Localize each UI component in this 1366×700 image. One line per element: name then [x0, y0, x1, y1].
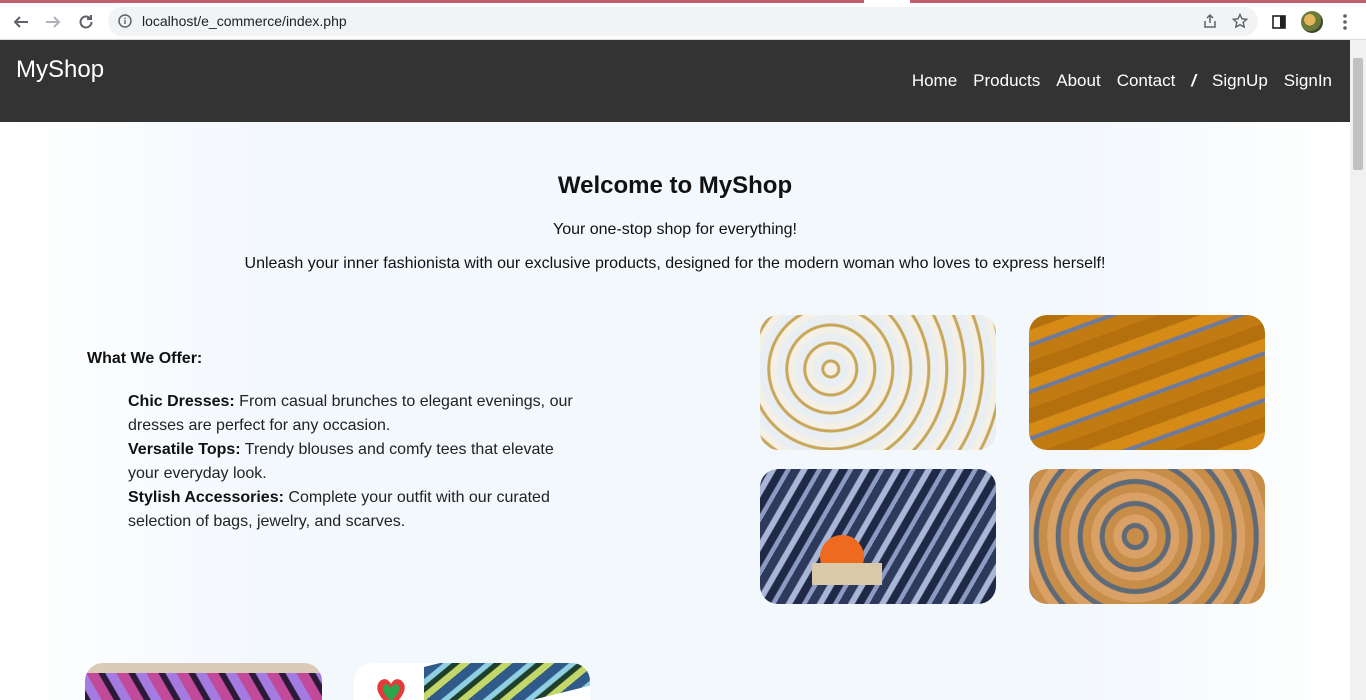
hero-description: Unleash your inner fashionista with our … — [244, 255, 1106, 272]
offer-title: What We Offer: — [87, 350, 203, 367]
browser-toolbar: localhost/e_commerce/index.php — [0, 3, 1366, 40]
nav-products-link[interactable]: Products — [973, 71, 1040, 91]
forward-arrow-icon[interactable] — [41, 10, 65, 34]
web-page: MyShop Home Products About Contact / Sig… — [0, 40, 1350, 700]
menu-dots-icon[interactable] — [1333, 10, 1357, 34]
nav-about-link[interactable]: About — [1056, 71, 1100, 91]
product-image-orange-print-dress[interactable] — [1029, 469, 1265, 604]
list-item: Stylish Accessories: Complete your outfi… — [128, 486, 588, 534]
offer-item-name: Chic Dresses: — [128, 393, 235, 410]
main-nav: Home Products About Contact / SignUp Sig… — [896, 71, 1332, 91]
site-header: MyShop Home Products About Contact / Sig… — [0, 40, 1350, 122]
product-image-wax-fabric[interactable] — [354, 663, 590, 700]
product-image-pink-print[interactable] — [85, 663, 322, 700]
scrollbar-thumb[interactable] — [1353, 58, 1363, 170]
product-image-white-lace[interactable] — [760, 315, 996, 450]
nav-contact-link[interactable]: Contact — [1117, 71, 1176, 91]
site-brand[interactable]: MyShop — [16, 56, 104, 84]
address-bar[interactable]: localhost/e_commerce/index.php — [108, 7, 1258, 36]
nav-separator: / — [1191, 71, 1197, 90]
page-scrollbar[interactable] — [1350, 40, 1366, 700]
nav-home-link[interactable]: Home — [912, 71, 957, 91]
fabric-label-card — [812, 563, 882, 585]
profile-avatar[interactable] — [1301, 11, 1323, 33]
list-item: Chic Dresses: From casual brunches to el… — [128, 390, 588, 438]
hero-title: Welcome to MyShop — [557, 172, 793, 199]
hero-tagline: Your one-stop shop for everything! — [552, 221, 797, 238]
nav-signup-link[interactable]: SignUp — [1212, 71, 1268, 91]
reload-icon[interactable] — [74, 10, 98, 34]
product-image-mustard-fabric[interactable] — [1029, 315, 1265, 450]
wax-logo-icon — [377, 679, 405, 700]
hero-section: Welcome to MyShop Your one-stop shop for… — [0, 172, 1350, 273]
sidepanel-icon[interactable] — [1267, 10, 1291, 34]
wax-fabric-swatch — [424, 663, 590, 700]
offer-item-name: Versatile Tops: — [128, 441, 241, 458]
back-arrow-icon[interactable] — [9, 10, 33, 34]
url-text[interactable]: localhost/e_commerce/index.php — [142, 13, 347, 29]
share-icon[interactable] — [1202, 13, 1218, 34]
offer-item-name: Stylish Accessories: — [128, 489, 284, 506]
info-icon[interactable] — [118, 14, 132, 33]
nav-signin-link[interactable]: SignIn — [1284, 71, 1332, 91]
list-item: Versatile Tops: Trendy blouses and comfy… — [128, 438, 588, 486]
offer-list: Chic Dresses: From casual brunches to el… — [128, 390, 588, 534]
star-icon[interactable] — [1231, 12, 1249, 34]
product-image-blue-wax-print[interactable] — [760, 469, 996, 604]
